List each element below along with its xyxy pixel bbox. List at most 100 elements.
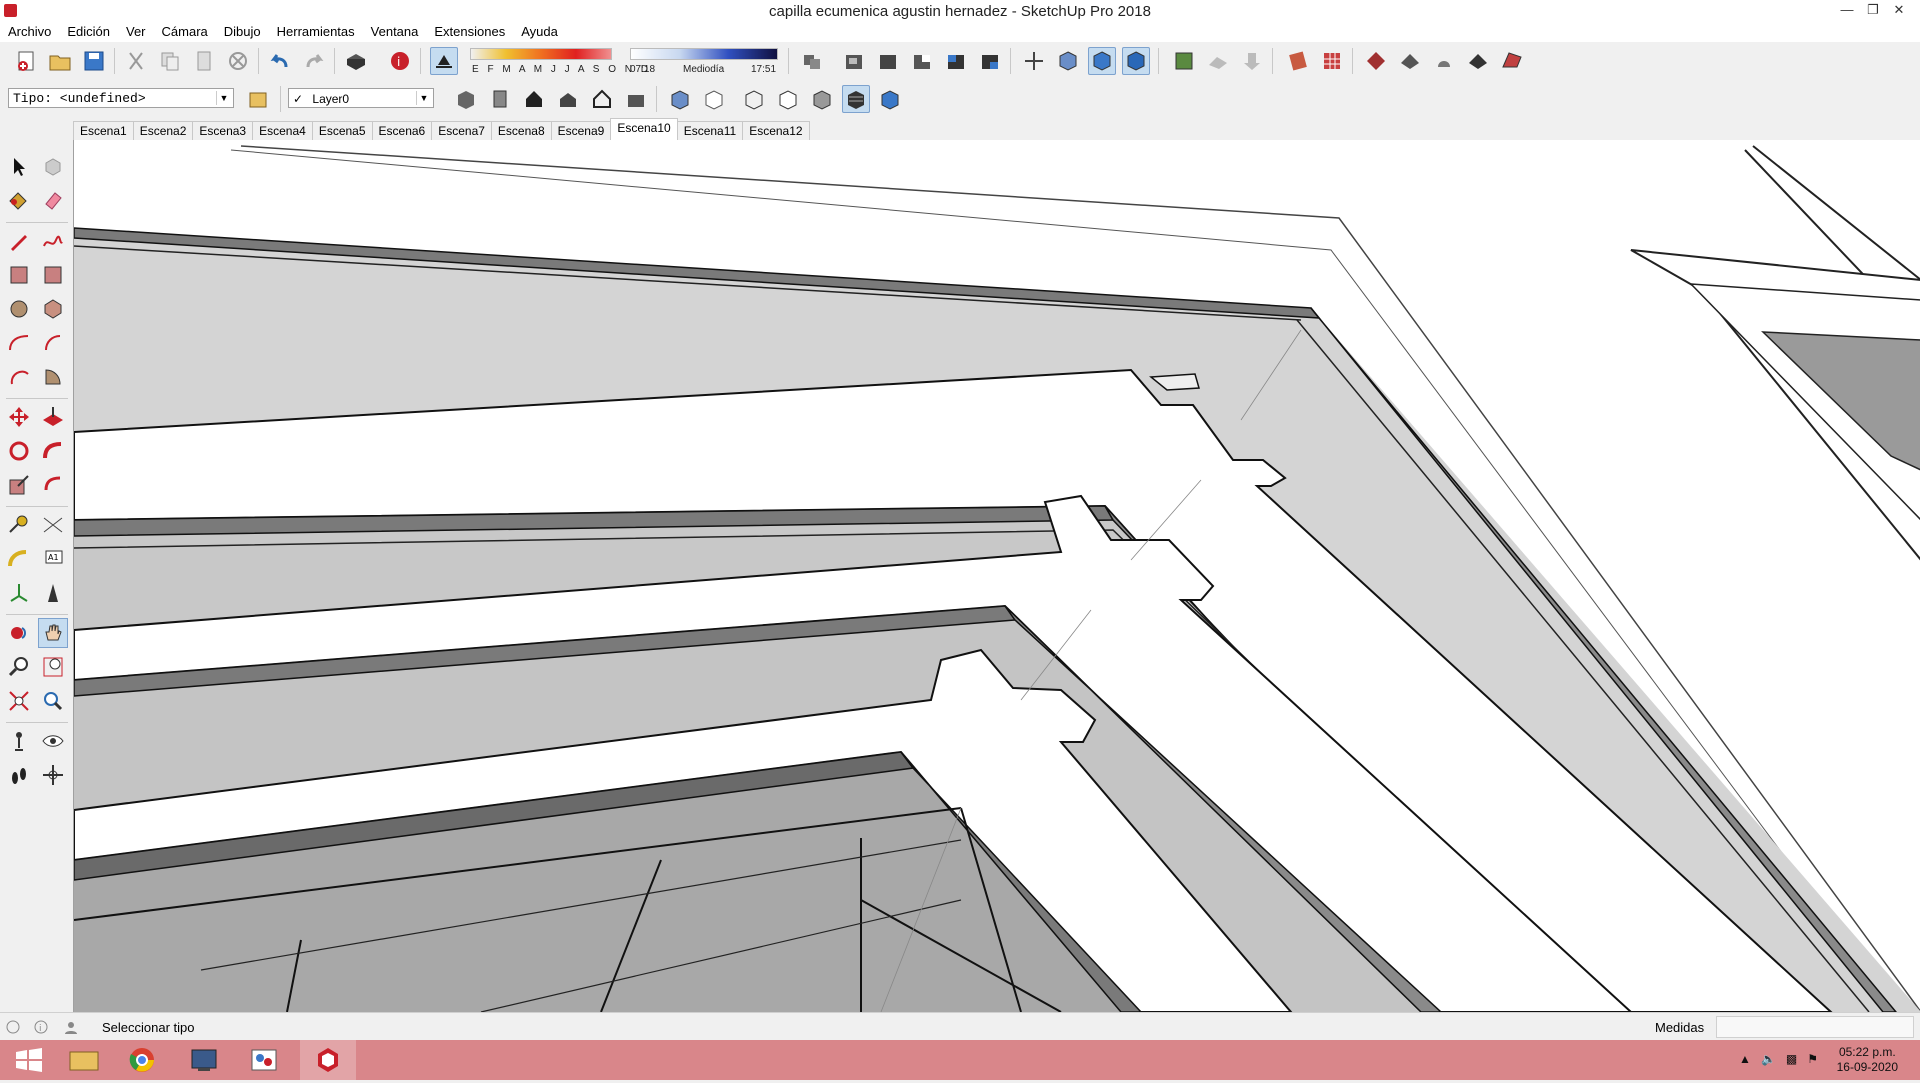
menu-dibujo[interactable]: Dibujo xyxy=(216,22,269,42)
computer-icon[interactable] xyxy=(176,1040,232,1080)
dimension-icon[interactable] xyxy=(38,510,68,540)
month-slider[interactable] xyxy=(470,48,612,60)
redo-icon[interactable] xyxy=(300,47,328,75)
look-around-icon[interactable] xyxy=(38,726,68,756)
iso-standard-view-icon[interactable] xyxy=(452,85,480,113)
menu-ventana[interactable]: Ventana xyxy=(363,22,427,42)
orbit-icon[interactable] xyxy=(4,618,34,648)
subtract-icon[interactable] xyxy=(908,47,936,75)
toggle-terrain-icon[interactable] xyxy=(1204,47,1232,75)
scene-tab[interactable]: Escena12 xyxy=(742,121,810,140)
section-plane-icon[interactable] xyxy=(38,760,68,790)
file-explorer-icon[interactable] xyxy=(56,1040,112,1080)
restore-button[interactable]: ❐ xyxy=(1860,0,1886,22)
3d-warehouse-icon[interactable] xyxy=(1284,47,1312,75)
scene-tab[interactable]: Escena8 xyxy=(490,121,552,140)
menu-ayuda[interactable]: Ayuda xyxy=(513,22,566,42)
close-button[interactable]: ✕ xyxy=(1886,0,1912,22)
paint-app-icon[interactable] xyxy=(236,1040,292,1080)
network-icon[interactable]: ▩ xyxy=(1786,1052,1797,1066)
scene-tab[interactable]: Escena3 xyxy=(192,121,254,140)
eraser-icon[interactable] xyxy=(38,186,68,216)
pie-icon[interactable] xyxy=(38,362,68,392)
sandbox-from-scratch-icon[interactable] xyxy=(1396,47,1424,75)
erase-icon[interactable] xyxy=(224,47,252,75)
tape-measure-icon[interactable] xyxy=(4,510,34,540)
zoom-extents-icon[interactable] xyxy=(4,686,34,716)
zoom-icon[interactable] xyxy=(4,652,34,682)
scene-tab[interactable]: Escena11 xyxy=(676,121,744,140)
front-standard-view-icon[interactable] xyxy=(520,85,548,113)
circle-icon[interactable] xyxy=(4,294,34,324)
scene-tab[interactable]: Escena6 xyxy=(371,121,433,140)
position-camera-icon[interactable] xyxy=(4,726,34,756)
intersect-icon[interactable] xyxy=(942,47,970,75)
arc-icon[interactable] xyxy=(4,328,34,358)
scene-tab[interactable]: Escena9 xyxy=(550,121,612,140)
menu-archivo[interactable]: Archivo xyxy=(0,22,59,42)
pan-hand-icon[interactable] xyxy=(38,618,68,648)
two-point-arc-icon[interactable] xyxy=(38,328,68,358)
time-slider[interactable] xyxy=(630,48,778,60)
open-folder-icon[interactable] xyxy=(46,47,74,75)
text-tool-icon[interactable]: A1 xyxy=(38,544,68,574)
paste-icon[interactable] xyxy=(190,47,218,75)
save-icon[interactable] xyxy=(80,47,108,75)
windows-start-icon[interactable] xyxy=(0,1040,56,1080)
new-file-icon[interactable] xyxy=(12,47,40,75)
layer-select[interactable]: ✓ Layer0 ▼ xyxy=(288,88,434,108)
trim-icon[interactable] xyxy=(976,47,1004,75)
component-icon[interactable] xyxy=(798,47,826,75)
scene-tab-active[interactable]: Escena10 xyxy=(610,118,678,140)
drape-icon[interactable] xyxy=(1498,47,1526,75)
rotated-rectangle-icon[interactable] xyxy=(38,260,68,290)
photo-texture-icon[interactable] xyxy=(1238,47,1266,75)
paint-bucket-icon[interactable] xyxy=(4,186,34,216)
shaded-textures-style-icon[interactable] xyxy=(842,85,870,113)
rotate-icon[interactable] xyxy=(4,436,34,466)
chevron-down-icon[interactable]: ▼ xyxy=(416,91,431,105)
axes-icon[interactable] xyxy=(1020,47,1048,75)
front-view-icon[interactable] xyxy=(1122,47,1150,75)
select-arrow-icon[interactable] xyxy=(4,152,34,182)
xray-style-icon[interactable] xyxy=(666,85,694,113)
measurements-input[interactable] xyxy=(1716,1016,1914,1038)
back-standard-view-icon[interactable] xyxy=(588,85,616,113)
credits-icon[interactable]: i xyxy=(34,1020,48,1034)
3d-text-icon[interactable] xyxy=(38,578,68,608)
walk-icon[interactable] xyxy=(4,760,34,790)
menu-extensiones[interactable]: Extensiones xyxy=(426,22,513,42)
share-model-icon[interactable] xyxy=(1318,47,1346,75)
line-pencil-icon[interactable] xyxy=(4,226,34,256)
add-location-icon[interactable] xyxy=(1170,47,1198,75)
type-select[interactable]: Tipo: <undefined> ▼ xyxy=(8,88,234,108)
stamp-icon[interactable] xyxy=(1464,47,1492,75)
shadows-toggle-icon[interactable] xyxy=(430,47,458,75)
zoom-window-icon[interactable] xyxy=(38,652,68,682)
previous-view-icon[interactable] xyxy=(38,686,68,716)
outer-shell-icon[interactable] xyxy=(840,47,868,75)
copy-icon[interactable] xyxy=(156,47,184,75)
move-icon[interactable] xyxy=(4,402,34,432)
volume-icon[interactable]: 🔈 xyxy=(1761,1052,1776,1066)
right-standard-view-icon[interactable] xyxy=(554,85,582,113)
wireframe-style-icon[interactable] xyxy=(740,85,768,113)
freehand-icon[interactable] xyxy=(38,226,68,256)
push-pull-icon[interactable] xyxy=(38,402,68,432)
menu-edicion[interactable]: Edición xyxy=(59,22,118,42)
chrome-icon[interactable] xyxy=(114,1040,170,1080)
top-view-icon[interactable] xyxy=(1088,47,1116,75)
follow-me-icon[interactable] xyxy=(38,436,68,466)
top-standard-view-icon[interactable] xyxy=(486,85,514,113)
offset-icon[interactable] xyxy=(38,470,68,500)
axes-tool-icon[interactable] xyxy=(4,578,34,608)
scene-tab[interactable]: Escena5 xyxy=(311,121,373,140)
iso-view-icon[interactable] xyxy=(1054,47,1082,75)
left-standard-view-icon[interactable] xyxy=(622,85,650,113)
menu-herramientas[interactable]: Herramientas xyxy=(269,22,363,42)
model-info-icon[interactable]: i xyxy=(386,47,414,75)
smoove-icon[interactable] xyxy=(1430,47,1458,75)
user-icon[interactable] xyxy=(64,1020,78,1034)
undo-icon[interactable] xyxy=(266,47,294,75)
menu-camara[interactable]: Cámara xyxy=(154,22,216,42)
